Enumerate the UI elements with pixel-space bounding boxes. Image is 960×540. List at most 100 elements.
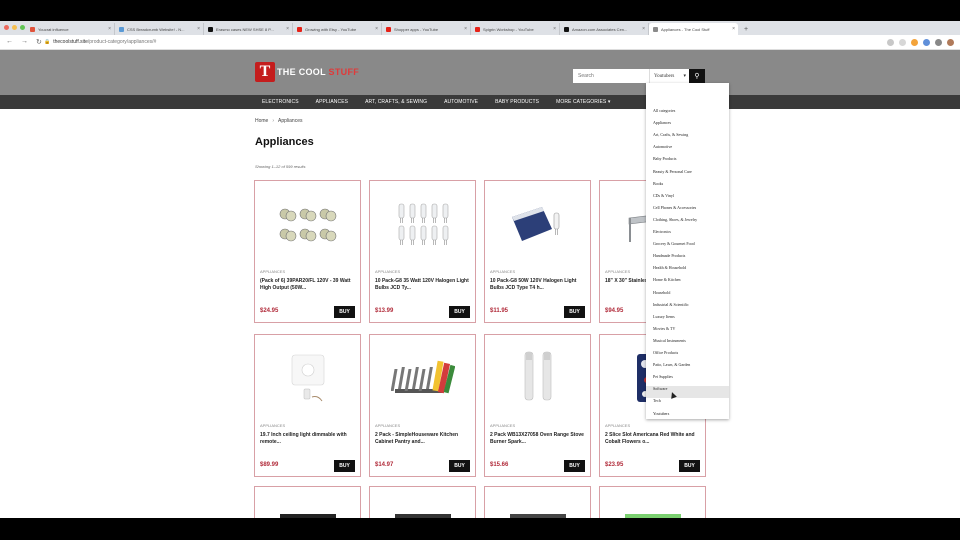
product-image[interactable] bbox=[370, 335, 475, 420]
product-card[interactable] bbox=[369, 486, 476, 518]
nav-item[interactable]: BABY PRODUCTS bbox=[495, 99, 539, 105]
browser-tab[interactable]: Growing with Etsy - YouTube × bbox=[293, 23, 382, 35]
dropdown-option[interactable]: Software bbox=[653, 386, 667, 391]
extension-icon[interactable] bbox=[923, 39, 930, 46]
buy-button[interactable]: BUY bbox=[334, 460, 355, 472]
maximize-window-icon[interactable] bbox=[20, 25, 25, 30]
product-image[interactable] bbox=[255, 335, 360, 420]
product-title[interactable]: 10 Pack-G8 35 Watt 120V Halogen Light Bu… bbox=[375, 278, 471, 292]
product-image[interactable] bbox=[485, 335, 590, 420]
close-icon[interactable]: × bbox=[108, 26, 111, 32]
dropdown-option[interactable]: Household bbox=[653, 290, 670, 295]
nav-item[interactable]: AUTOMOTIVE bbox=[444, 99, 478, 105]
search-button[interactable]: ⚲ bbox=[689, 69, 705, 83]
close-icon[interactable]: × bbox=[732, 26, 735, 32]
dropdown-option[interactable]: Health & Household bbox=[653, 265, 686, 270]
dropdown-option[interactable]: Pet Supplies bbox=[653, 374, 673, 379]
extension-icon[interactable] bbox=[911, 39, 918, 46]
dropdown-option[interactable]: Art, Crafts, & Sewing bbox=[653, 132, 688, 137]
close-icon[interactable]: × bbox=[375, 26, 378, 32]
dropdown-option[interactable]: Youtubers bbox=[653, 411, 669, 416]
buy-button[interactable]: BUY bbox=[449, 460, 470, 472]
product-card[interactable]: APPLIANCES 10 Pack-G8 50W 120V Halogen Li… bbox=[484, 180, 591, 323]
dropdown-option[interactable]: Clothing, Shoes, & Jewelry bbox=[653, 217, 697, 222]
product-card[interactable]: APPLIANCES (Pack of 6) 39PAR20/FL 120V - … bbox=[254, 180, 361, 323]
product-title[interactable]: (Pack of 6) 39PAR20/FL 120V - 39 Watt Hi… bbox=[260, 278, 356, 292]
dropdown-option[interactable]: Industrial & Scientific bbox=[653, 302, 689, 307]
dropdown-option[interactable]: Grocery & Gourmet Food bbox=[653, 241, 695, 246]
dropdown-option[interactable]: Books bbox=[653, 181, 663, 186]
buy-button[interactable]: BUY bbox=[564, 460, 585, 472]
dropdown-option[interactable]: All categories bbox=[653, 108, 675, 113]
dropdown-option[interactable]: CDs & Vinyl bbox=[653, 193, 674, 198]
dropdown-option[interactable]: Automotive bbox=[653, 144, 672, 149]
dropdown-option[interactable]: Appliances bbox=[653, 120, 671, 125]
reload-icon[interactable]: ↻ bbox=[36, 38, 42, 46]
breadcrumb-home[interactable]: Home bbox=[255, 118, 268, 124]
lock-icon[interactable]: 🔒 bbox=[44, 39, 50, 45]
forward-icon[interactable]: → bbox=[21, 38, 28, 46]
product-image[interactable] bbox=[255, 181, 360, 266]
product-card[interactable] bbox=[254, 486, 361, 518]
dropdown-option[interactable]: Electronics bbox=[653, 229, 671, 234]
dropdown-option[interactable]: Handmade Products bbox=[653, 253, 685, 258]
buy-button[interactable]: BUY bbox=[679, 460, 700, 472]
product-category[interactable]: APPLIANCES bbox=[260, 423, 285, 428]
product-category[interactable]: APPLIANCES bbox=[375, 269, 400, 274]
dropdown-option[interactable]: Beauty & Personal Care bbox=[653, 169, 692, 174]
product-category[interactable]: APPLIANCES bbox=[490, 269, 515, 274]
product-title[interactable]: 2 Pack WB13X27058 Oven Range Stove Burne… bbox=[490, 432, 586, 446]
minimize-window-icon[interactable] bbox=[12, 25, 17, 30]
search-input[interactable] bbox=[573, 69, 649, 83]
close-icon[interactable]: × bbox=[553, 26, 556, 32]
url-field[interactable]: thecoolstuff.site/product-category/appli… bbox=[53, 39, 156, 45]
product-card[interactable]: APPLIANCES 2 Pack WB13X27058 Oven Range S… bbox=[484, 334, 591, 477]
buy-button[interactable]: BUY bbox=[564, 306, 585, 318]
nav-item[interactable]: APPLIANCES bbox=[316, 99, 348, 105]
product-category[interactable]: APPLIANCES bbox=[605, 269, 630, 274]
close-window-icon[interactable] bbox=[4, 25, 9, 30]
product-card[interactable] bbox=[484, 486, 591, 518]
browser-tab[interactable]: Amazon.com Associates Cen... × bbox=[560, 23, 649, 35]
dropdown-option[interactable]: Movies & TV bbox=[653, 326, 675, 331]
browser-tab[interactable]: CSS Breadcrumb Website! - N... × bbox=[115, 23, 204, 35]
close-icon[interactable]: × bbox=[197, 26, 200, 32]
close-icon[interactable]: × bbox=[464, 26, 467, 32]
product-card[interactable]: APPLIANCES 10 Pack-G8 35 Watt 120V Haloge… bbox=[369, 180, 476, 323]
product-title[interactable]: 19.7 Inch ceiling light dimmable with re… bbox=[260, 432, 356, 446]
dropdown-option[interactable]: Cell Phones & Accessories bbox=[653, 205, 696, 210]
dropdown-option[interactable]: Musical Instruments bbox=[653, 338, 686, 343]
browser-tab[interactable]: Erasmo cases NEW SHSE 8 P... × bbox=[204, 23, 293, 35]
product-card[interactable] bbox=[599, 486, 706, 518]
dropdown-option[interactable]: Patio, Lawn, & Garden bbox=[653, 362, 690, 367]
back-icon[interactable]: ← bbox=[6, 38, 13, 46]
product-card[interactable]: APPLIANCES 2 Pack - SimpleHouseware Kitch… bbox=[369, 334, 476, 477]
product-category[interactable]: APPLIANCES bbox=[260, 269, 285, 274]
dropdown-option[interactable]: Baby Products bbox=[653, 156, 676, 161]
product-title[interactable]: 2 Slice Slot Americana Red White and Cob… bbox=[605, 432, 701, 446]
dropdown-option[interactable]: Luxury Items bbox=[653, 314, 675, 319]
profile-avatar[interactable] bbox=[947, 39, 954, 46]
dropdown-option[interactable]: Tech bbox=[653, 398, 661, 403]
buy-button[interactable]: BUY bbox=[334, 306, 355, 318]
product-category[interactable]: APPLIANCES bbox=[605, 423, 630, 428]
browser-tab[interactable]: Appliances - The Cool Stuff × bbox=[649, 23, 738, 35]
browser-tab[interactable]: Shopper apps - YouTube × bbox=[382, 23, 471, 35]
nav-item[interactable]: ELECTRONICS bbox=[262, 99, 299, 105]
category-select[interactable]: Youtubers ▾ bbox=[649, 69, 689, 83]
star-icon[interactable] bbox=[899, 39, 906, 46]
close-icon[interactable]: × bbox=[286, 26, 289, 32]
dropdown-option[interactable]: Office Products bbox=[653, 350, 678, 355]
buy-button[interactable]: BUY bbox=[449, 306, 470, 318]
extension-icon[interactable] bbox=[935, 39, 942, 46]
site-logo[interactable]: T THE COOL STUFF bbox=[255, 62, 359, 82]
new-tab-button[interactable]: + bbox=[744, 26, 748, 33]
product-category[interactable]: APPLIANCES bbox=[375, 423, 400, 428]
product-title[interactable]: 10 Pack-G8 50W 120V Halogen Light Bulbs … bbox=[490, 278, 586, 292]
product-image[interactable] bbox=[370, 181, 475, 266]
product-category[interactable]: APPLIANCES bbox=[490, 423, 515, 428]
close-icon[interactable]: × bbox=[642, 26, 645, 32]
nav-item[interactable]: ART, CRAFTS, & SEWING bbox=[365, 99, 427, 105]
browser-tab[interactable]: Youcrat influence × bbox=[26, 23, 115, 35]
nav-item[interactable]: MORE CATEGORIES ▾ bbox=[556, 99, 610, 105]
